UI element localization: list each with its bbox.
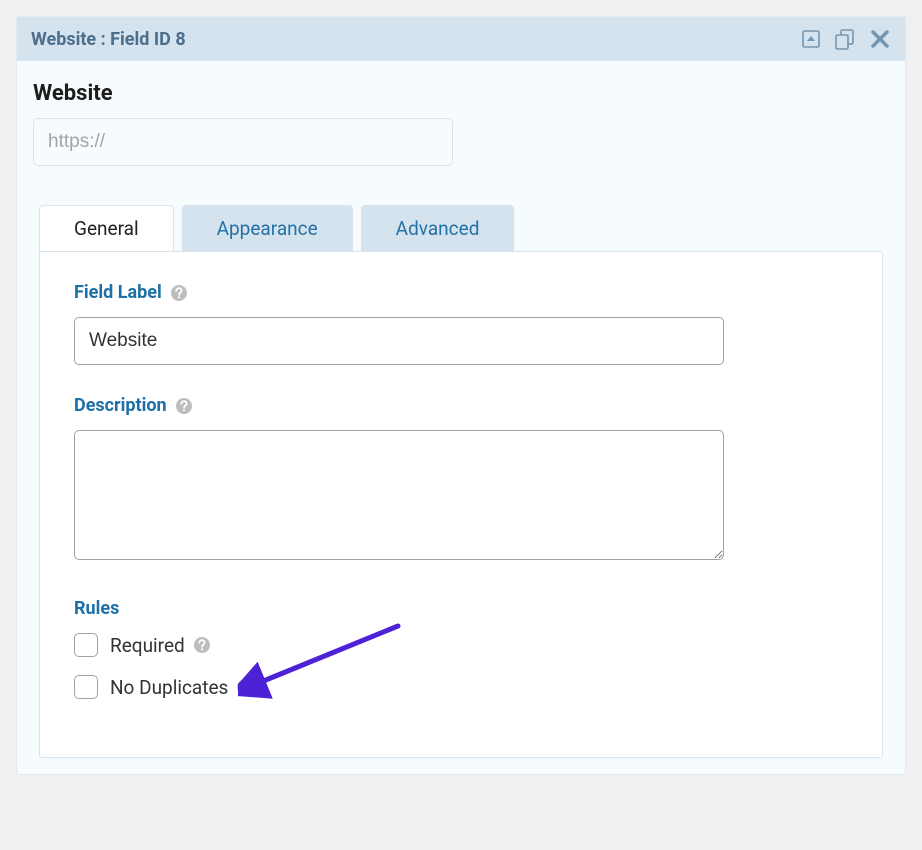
- panel-title: Website : Field ID 8: [31, 29, 186, 50]
- tabs-container: General Appearance Advanced Field Label: [33, 204, 889, 758]
- panel-body: Website General Appearance Advanced Fiel…: [17, 61, 905, 774]
- header-actions: [801, 27, 891, 51]
- field-label-heading: Field Label: [74, 282, 848, 303]
- field-label-input[interactable]: [74, 317, 724, 365]
- close-icon[interactable]: [869, 28, 891, 50]
- help-icon[interactable]: [193, 636, 211, 654]
- preview-input[interactable]: [33, 118, 453, 166]
- description-textarea[interactable]: [74, 430, 724, 560]
- tab-appearance[interactable]: Appearance: [182, 205, 353, 252]
- no-duplicates-row: No Duplicates: [74, 675, 848, 699]
- field-label-text: Field Label: [74, 282, 162, 303]
- tab-general[interactable]: General: [39, 205, 174, 252]
- field-editor-panel: Website : Field ID 8 Website: [16, 16, 906, 775]
- tab-content-general: Field Label Description: [39, 251, 883, 758]
- required-row: Required: [74, 633, 848, 657]
- no-duplicates-label: No Duplicates: [110, 676, 254, 699]
- description-heading: Description: [74, 395, 848, 416]
- help-icon[interactable]: [170, 284, 188, 302]
- help-icon[interactable]: [236, 678, 254, 696]
- rules-section: Rules Required: [74, 598, 848, 699]
- required-label-text: Required: [110, 634, 185, 657]
- tab-advanced[interactable]: Advanced: [361, 205, 515, 252]
- duplicate-icon[interactable]: [833, 27, 857, 51]
- no-duplicates-checkbox[interactable]: [74, 675, 98, 699]
- preview-label: Website: [33, 81, 889, 106]
- help-icon[interactable]: [175, 397, 193, 415]
- no-duplicates-label-text: No Duplicates: [110, 676, 228, 699]
- panel-header: Website : Field ID 8: [17, 17, 905, 61]
- required-checkbox[interactable]: [74, 633, 98, 657]
- required-label: Required: [110, 634, 211, 657]
- tab-list: General Appearance Advanced: [39, 204, 883, 251]
- description-text: Description: [74, 395, 167, 416]
- rules-heading: Rules: [74, 598, 848, 619]
- collapse-icon[interactable]: [801, 29, 821, 49]
